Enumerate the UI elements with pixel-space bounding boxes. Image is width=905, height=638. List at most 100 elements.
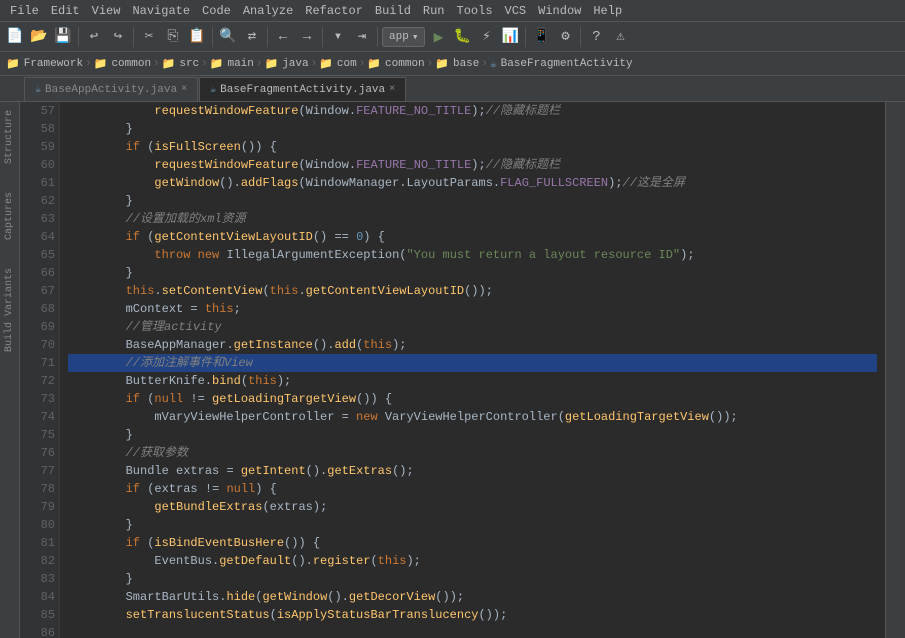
- side-tab-structure[interactable]: Structure: [2, 106, 17, 168]
- toolbar-sep3: [212, 27, 213, 47]
- line-number-79: 79: [24, 498, 55, 516]
- tab-basefragmentactivity-close[interactable]: ×: [389, 84, 395, 95]
- editor-tabs: ☕ BaseAppActivity.java × ☕ BaseFragmentA…: [0, 76, 905, 102]
- line-number-68: 68: [24, 300, 55, 318]
- menu-analyze[interactable]: Analyze: [237, 2, 299, 20]
- code-line-59: if (isFullScreen()) {: [68, 138, 877, 156]
- line-number-65: 65: [24, 246, 55, 264]
- breadcrumb-sep5: ›: [311, 58, 318, 70]
- code-line-70: //管理activity: [68, 318, 877, 336]
- side-panel-right: [885, 102, 905, 638]
- line-number-76: 76: [24, 444, 55, 462]
- breadcrumb-framework[interactable]: Framework: [24, 58, 83, 70]
- breadcrumb-base[interactable]: base: [453, 58, 479, 70]
- menubar: File Edit View Navigate Code Analyze Ref…: [0, 0, 905, 22]
- code-line-58: }: [68, 120, 877, 138]
- help-button[interactable]: ?: [585, 26, 607, 48]
- side-tab-captures[interactable]: Captures: [2, 188, 17, 244]
- tab-baseappactivity-icon: ☕: [35, 84, 41, 96]
- menu-run[interactable]: Run: [417, 2, 451, 20]
- line-number-72: 72: [24, 372, 55, 390]
- menu-navigate[interactable]: Navigate: [126, 2, 196, 20]
- code-line-66: throw new IllegalArgumentException("You …: [68, 246, 877, 264]
- editor-area[interactable]: 5758596061626364656667686970717273747576…: [20, 102, 885, 638]
- run-config-label: app: [389, 31, 409, 43]
- avd-button[interactable]: 📱: [530, 26, 552, 48]
- breadcrumb-main[interactable]: main: [227, 58, 253, 70]
- line-number-85: 85: [24, 606, 55, 624]
- toolbar-undo[interactable]: ↩: [83, 26, 105, 48]
- menu-file[interactable]: File: [4, 2, 45, 20]
- coverage-button[interactable]: ⚡: [475, 26, 497, 48]
- run-config-selector[interactable]: app ▾: [382, 27, 425, 47]
- breadcrumb-class[interactable]: BaseFragmentActivity: [501, 58, 633, 70]
- line-numbers: 5758596061626364656667686970717273747576…: [20, 102, 60, 638]
- line-number-59: 59: [24, 138, 55, 156]
- breadcrumb-common1[interactable]: common: [111, 58, 151, 70]
- line-number-75: 75: [24, 426, 55, 444]
- profile-button[interactable]: 📊: [499, 26, 521, 48]
- side-panel-left: Structure Captures Build Variants: [0, 102, 20, 638]
- line-number-60: 60: [24, 156, 55, 174]
- line-number-64: 64: [24, 228, 55, 246]
- toolbar-run-step[interactable]: ⇥: [351, 26, 373, 48]
- code-content[interactable]: requestWindowFeature(Window.FEATURE_NO_T…: [60, 102, 885, 638]
- menu-refactor[interactable]: Refactor: [299, 2, 369, 20]
- toolbar-build-arrow[interactable]: ▾: [327, 26, 349, 48]
- code-line-60: requestWindowFeature(Window.FEATURE_NO_T…: [68, 156, 877, 174]
- code-line-68: this.setContentView(this.getContentViewL…: [68, 282, 877, 300]
- line-number-71: 71: [24, 354, 55, 372]
- code-line-61: getWindow().addFlags(WindowManager.Layou…: [68, 174, 877, 192]
- toolbar-save[interactable]: 💾: [52, 26, 74, 48]
- toolbar-redo[interactable]: ↪: [107, 26, 129, 48]
- line-number-83: 83: [24, 570, 55, 588]
- code-line-67: }: [68, 264, 877, 282]
- breadcrumb-sep2: ›: [153, 58, 160, 70]
- breadcrumb-com[interactable]: com: [337, 58, 357, 70]
- tab-basefragmentactivity-label: BaseFragmentActivity.java: [220, 84, 385, 96]
- line-number-86: 86: [24, 624, 55, 638]
- event-log-button[interactable]: ⚠: [609, 26, 631, 48]
- menu-window[interactable]: Window: [532, 2, 587, 20]
- toolbar-paste[interactable]: 📋: [186, 26, 208, 48]
- menu-build[interactable]: Build: [369, 2, 417, 20]
- toolbar-replace[interactable]: ⇄: [241, 26, 263, 48]
- toolbar-search[interactable]: 🔍: [217, 26, 239, 48]
- breadcrumb-sep3: ›: [201, 58, 208, 70]
- code-line-80: if (extras != null) {: [68, 480, 877, 498]
- line-number-57: 57: [24, 102, 55, 120]
- breadcrumb-src-icon: 📁: [162, 57, 176, 71]
- toolbar-forward[interactable]: →: [296, 26, 318, 48]
- breadcrumb-base-icon: 📁: [435, 57, 449, 71]
- menu-view[interactable]: View: [86, 2, 127, 20]
- toolbar-cut[interactable]: ✂: [138, 26, 160, 48]
- line-number-84: 84: [24, 588, 55, 606]
- code-line-72: //添加注解事件和View: [68, 354, 877, 372]
- tab-basefragmentactivity[interactable]: ☕ BaseFragmentActivity.java ×: [199, 77, 406, 101]
- code-line-62: }: [68, 192, 877, 210]
- line-number-61: 61: [24, 174, 55, 192]
- breadcrumb-src[interactable]: src: [179, 58, 199, 70]
- menu-vcs[interactable]: VCS: [499, 2, 533, 20]
- code-line-69: mContext = this;: [68, 300, 877, 318]
- menu-help[interactable]: Help: [587, 2, 628, 20]
- tab-baseappactivity-close[interactable]: ×: [181, 84, 187, 95]
- toolbar-open[interactable]: 📂: [28, 26, 50, 48]
- run-button[interactable]: ▶: [427, 26, 449, 48]
- breadcrumb-common2[interactable]: common: [385, 58, 425, 70]
- menu-code[interactable]: Code: [196, 2, 237, 20]
- menu-edit[interactable]: Edit: [45, 2, 86, 20]
- toolbar-back[interactable]: ←: [272, 26, 294, 48]
- breadcrumb-java[interactable]: java: [282, 58, 308, 70]
- tab-baseappactivity[interactable]: ☕ BaseAppActivity.java ×: [24, 77, 198, 101]
- code-line-81: getBundleExtras(extras);: [68, 498, 877, 516]
- toolbar-new[interactable]: 📄: [4, 26, 26, 48]
- side-tab-build-variants[interactable]: Build Variants: [2, 264, 17, 356]
- debug-button[interactable]: 🐛: [451, 26, 473, 48]
- breadcrumb-common-icon1: 📁: [94, 57, 108, 71]
- run-config-arrow: ▾: [412, 30, 419, 44]
- sdk-button[interactable]: ⚙: [554, 26, 576, 48]
- line-number-63: 63: [24, 210, 55, 228]
- toolbar-copy[interactable]: ⎘: [162, 26, 184, 48]
- menu-tools[interactable]: Tools: [451, 2, 499, 20]
